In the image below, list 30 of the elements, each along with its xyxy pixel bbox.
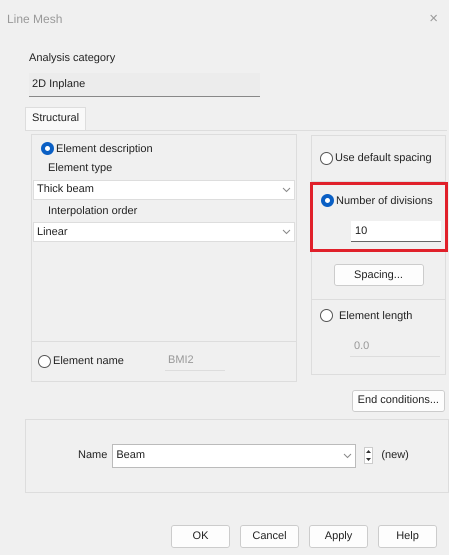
dialog-button[interactable]: Apply <box>309 524 368 548</box>
radio-button[interactable] <box>41 142 54 156</box>
field-label: Analysis category <box>29 51 116 66</box>
name-dropdown[interactable]: Beam <box>112 444 356 468</box>
radio-button[interactable] <box>321 194 334 208</box>
radio-label: Element length <box>339 308 412 324</box>
caret-icon <box>282 229 291 235</box>
spin-arrows-icon[interactable] <box>364 447 374 464</box>
dialog-button[interactable]: Cancel <box>240 524 299 548</box>
field-label: Interpolation order <box>48 204 138 218</box>
dialog-button[interactable]: Help <box>378 524 437 548</box>
radio-label: Element name <box>53 354 125 369</box>
caret-icon <box>282 186 291 192</box>
interpolation-order-dropdown[interactable]: Linear <box>33 222 295 242</box>
element-type-dropdown[interactable]: Thick beam <box>33 180 295 200</box>
caret-icon <box>343 452 352 458</box>
window-title: Line Mesh <box>7 11 62 28</box>
field-label: Name <box>78 448 108 464</box>
tab[interactable]: Structural <box>25 106 86 130</box>
radio-label: Element description <box>56 142 153 156</box>
spacing-button[interactable]: Spacing... <box>334 264 424 286</box>
value-field[interactable]: 10 <box>351 221 441 242</box>
end-conditions-button[interactable]: End conditions... <box>352 390 445 412</box>
radio-label: Use default spacing <box>335 150 432 166</box>
analysis-category-field: 2D Inplane <box>29 72 260 96</box>
radio-button[interactable] <box>320 152 333 164</box>
radio-label: Number of divisions <box>336 194 433 208</box>
field-label: Element type <box>48 161 114 176</box>
dialog-button[interactable]: OK <box>171 524 230 548</box>
status-text: (new) <box>381 448 409 464</box>
